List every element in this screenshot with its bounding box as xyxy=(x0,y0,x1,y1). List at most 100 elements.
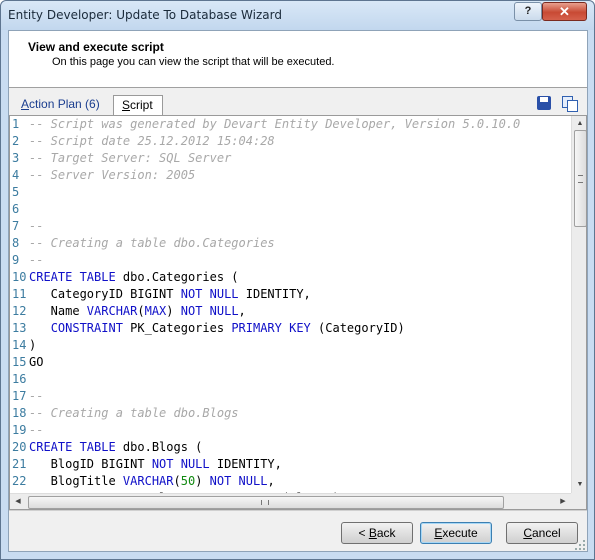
code-token: 50 xyxy=(180,474,196,488)
script-code-area[interactable]: 1 -- Script was generated by Devart Entit… xyxy=(10,116,570,493)
wizard-client-area: View and execute script On this page you… xyxy=(8,30,588,552)
title-bar[interactable]: Entity Developer: Update To Database Wiz… xyxy=(1,1,594,30)
code-line[interactable]: 8 -- Creating a table dbo.Categories xyxy=(10,235,275,252)
vertical-scrollbar[interactable]: ▲ ▼ xyxy=(571,116,586,493)
code-token: CREATE TABLE xyxy=(29,440,116,454)
wizard-window: Entity Developer: Update To Database Wiz… xyxy=(0,0,595,560)
back-button-mnemonic: B xyxy=(368,526,377,540)
code-line[interactable]: 10 CREATE TABLE dbo.Categories ( xyxy=(10,269,239,286)
vertical-scroll-thumb[interactable] xyxy=(574,130,586,227)
line-number: 9 xyxy=(12,253,20,267)
back-button[interactable]: < Back xyxy=(341,522,413,544)
code-token: -- Creating a table dbo.Categories xyxy=(29,236,275,250)
code-token: ) xyxy=(166,304,181,318)
tab-action-plan-label: ction Plan (6) xyxy=(29,97,100,111)
wizard-header: View and execute script On this page you… xyxy=(9,31,587,88)
save-icon[interactable] xyxy=(537,96,551,110)
tab-action-plan-mnemonic: A xyxy=(21,97,30,111)
line-number: 6 xyxy=(12,202,20,216)
code-token: VARCHAR xyxy=(122,474,174,488)
code-line[interactable]: 14) xyxy=(10,337,36,354)
copy-icon[interactable] xyxy=(562,96,578,112)
code-token: CONSTRAINT xyxy=(50,321,123,335)
scroll-right-icon[interactable]: ▶ xyxy=(555,494,571,509)
cancel-button[interactable]: Cancel xyxy=(506,522,578,544)
code-line[interactable]: 5 xyxy=(10,184,29,201)
code-line[interactable]: 12 Name VARCHAR(MAX) NOT NULL, xyxy=(10,303,246,320)
line-number: 14 xyxy=(12,338,27,352)
code-token: IDENTITY, xyxy=(238,287,311,301)
line-number: 20 xyxy=(12,440,27,454)
line-number: 7 xyxy=(12,219,20,233)
code-token: PRIMARY KEY xyxy=(231,321,311,335)
code-token: PK_Categories xyxy=(122,321,232,335)
code-token: ) xyxy=(195,474,210,488)
line-number: 12 xyxy=(12,304,27,318)
code-line[interactable]: 3 -- Target Server: SQL Server xyxy=(10,150,231,167)
horizontal-scrollbar[interactable]: ◀ ▶ xyxy=(10,493,571,509)
execute-button-label: xecute xyxy=(442,526,478,540)
code-line[interactable]: 21 BlogID BIGINT NOT NULL IDENTITY, xyxy=(10,456,282,473)
line-number: 18 xyxy=(12,406,27,420)
page-title: View and execute script xyxy=(28,40,164,54)
code-token: -- Target Server: SQL Server xyxy=(29,151,232,165)
line-number: 22 xyxy=(12,474,27,488)
code-line[interactable]: 11 CategoryID BIGINT NOT NULL IDENTITY, xyxy=(10,286,311,303)
code-line[interactable]: 18 -- Creating a table dbo.Blogs xyxy=(10,405,239,422)
code-token: -- Script date 25.12.2012 15:04:28 xyxy=(29,134,275,148)
code-token: MAX xyxy=(144,304,167,318)
close-button[interactable]: ✕ xyxy=(542,2,587,21)
line-number: 15 xyxy=(12,355,27,369)
code-token: -- xyxy=(29,219,44,233)
window-title: Entity Developer: Update To Database Wiz… xyxy=(8,8,282,22)
code-line[interactable]: 4 -- Server Version: 2005 xyxy=(10,167,195,184)
back-button-prefix: < xyxy=(358,526,369,540)
scroll-down-icon[interactable]: ▼ xyxy=(572,477,586,493)
code-line[interactable]: 16 xyxy=(10,371,29,388)
code-line[interactable]: 19 -- xyxy=(10,422,43,439)
line-number: 21 xyxy=(12,457,27,471)
script-editor[interactable]: 1 -- Script was generated by Devart Entit… xyxy=(9,115,587,510)
horizontal-scroll-thumb[interactable] xyxy=(28,496,504,509)
tab-action-plan[interactable]: Action Plan (6) xyxy=(13,95,117,115)
resize-grip[interactable] xyxy=(574,539,586,551)
code-token: -- Creating a table dbo.Blogs xyxy=(29,406,239,420)
line-number: 3 xyxy=(12,151,20,165)
help-button[interactable]: ? xyxy=(514,2,542,21)
code-token: NOT NULL xyxy=(209,474,268,488)
line-number: 11 xyxy=(12,287,27,301)
code-line[interactable]: 1 -- Script was generated by Devart Entit… xyxy=(10,116,520,133)
code-line[interactable]: 15 GO xyxy=(10,354,43,371)
code-token: CategoryID BIGINT xyxy=(29,287,181,301)
code-token: -- Script was generated by Devart Entity… xyxy=(29,117,521,131)
code-line[interactable]: 17 -- xyxy=(10,388,43,405)
code-line[interactable]: 22 BlogTitle VARCHAR(50) NOT NULL, xyxy=(10,473,275,490)
tab-script[interactable]: Script xyxy=(113,95,163,115)
line-number: 1 xyxy=(12,117,20,131)
code-token: , xyxy=(238,304,246,318)
scroll-left-icon[interactable]: ◀ xyxy=(10,494,26,509)
code-line[interactable]: 13 CONSTRAINT PK_Categories PRIMARY KEY … xyxy=(10,320,405,337)
execute-button[interactable]: Execute xyxy=(420,522,492,544)
line-number: 8 xyxy=(12,236,20,250)
code-line[interactable]: 9 -- xyxy=(10,252,43,269)
code-token: BlogTitle xyxy=(29,474,123,488)
code-token: BlogID BIGINT xyxy=(29,457,152,471)
code-token: , xyxy=(267,474,275,488)
code-token: ) xyxy=(29,338,37,352)
code-line[interactable]: 7 -- xyxy=(10,218,43,235)
code-line[interactable]: 2 -- Script date 25.12.2012 15:04:28 xyxy=(10,133,275,150)
code-token: CREATE TABLE xyxy=(29,270,116,284)
code-token: IDENTITY, xyxy=(209,457,282,471)
tab-script-label: cript xyxy=(130,98,153,112)
code-token: -- xyxy=(29,253,44,267)
code-token: NOT NULL xyxy=(151,457,210,471)
line-number: 5 xyxy=(12,185,20,199)
page-description: On this page you can view the script tha… xyxy=(52,56,335,68)
code-token: ( xyxy=(137,304,145,318)
code-line[interactable]: 20 CREATE TABLE dbo.Blogs ( xyxy=(10,439,202,456)
line-number: 13 xyxy=(12,321,27,335)
line-number: 17 xyxy=(12,389,27,403)
line-number: 16 xyxy=(12,372,27,386)
code-line[interactable]: 6 xyxy=(10,201,29,218)
